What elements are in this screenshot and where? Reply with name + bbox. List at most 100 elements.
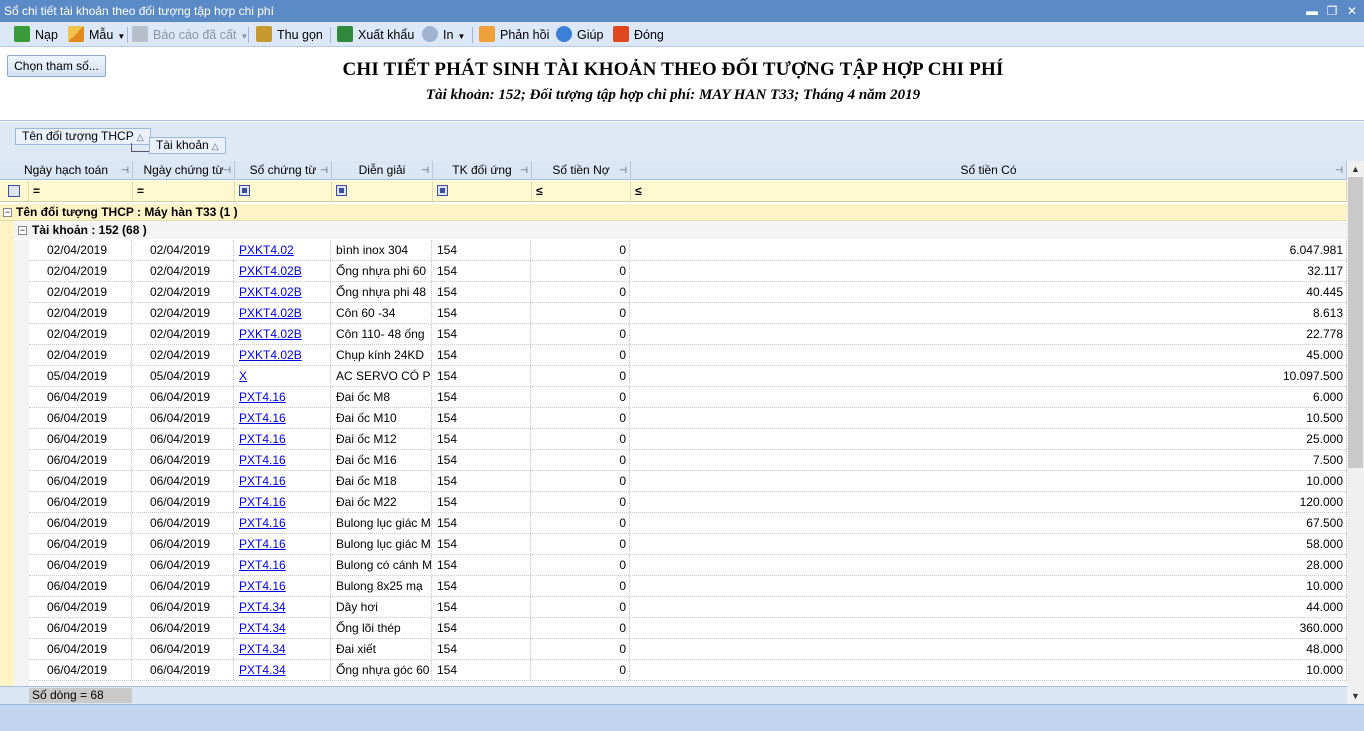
table-row[interactable]: 02/04/2019 02/04/2019 PXKT4.02B Ống nhựa ph… xyxy=(29,261,1347,282)
filter-operator[interactable]: ≤ xyxy=(536,181,543,201)
doc-link[interactable]: PXT4.34 xyxy=(239,642,286,656)
col-header-contra-account[interactable]: TK đối ứng ⊣ xyxy=(433,161,532,180)
doc-link[interactable]: PXT4.16 xyxy=(239,474,286,488)
table-row[interactable]: 06/04/2019 06/04/2019 PXT4.16 Đai ốc M8 154 0… xyxy=(29,387,1347,408)
filter-credit[interactable]: ≤ xyxy=(631,181,1347,201)
table-row[interactable]: 06/04/2019 06/04/2019 PXT4.16 Đai ốc M12 154… xyxy=(29,429,1347,450)
filter-operator[interactable]: = xyxy=(137,181,144,201)
filter-contains-icon[interactable] xyxy=(437,185,448,196)
doc-link[interactable]: PXT4.34 xyxy=(239,621,286,635)
saved-reports-button[interactable]: Báo cáo đã cất ▼ xyxy=(132,26,248,44)
doc-link[interactable]: PXT4.16 xyxy=(239,558,286,572)
pin-icon[interactable]: ⊣ xyxy=(619,161,627,180)
filter-contains-icon[interactable] xyxy=(336,185,347,196)
doc-link[interactable]: PXKT4.02 xyxy=(239,243,294,257)
minimize-icon[interactable]: ▬ xyxy=(1304,3,1320,19)
toolbar-separator xyxy=(127,27,128,43)
scroll-down-icon[interactable]: ▼ xyxy=(1347,688,1364,704)
table-row[interactable]: 06/04/2019 06/04/2019 PXT4.34 Ống lõi thép 1… xyxy=(29,618,1347,639)
scroll-up-icon[interactable]: ▲ xyxy=(1347,161,1364,177)
restore-icon[interactable]: ❐ xyxy=(1324,3,1340,19)
vertical-scrollbar[interactable]: ▲ ▼ xyxy=(1347,161,1364,704)
table-row[interactable]: 06/04/2019 06/04/2019 PXT4.16 Đai ốc M18 154… xyxy=(29,471,1347,492)
table-row[interactable]: 06/04/2019 06/04/2019 PXT4.34 Dây hơi 154 0 44… xyxy=(29,597,1347,618)
table-row[interactable]: 02/04/2019 02/04/2019 PXKT4.02 bình inox 30… xyxy=(29,240,1347,261)
doc-link[interactable]: PXKT4.02B xyxy=(239,348,302,362)
doc-link[interactable]: PXT4.16 xyxy=(239,411,286,425)
filter-contra-account[interactable] xyxy=(433,181,532,201)
help-button[interactable]: Giúp xyxy=(556,26,603,44)
collapse-icon[interactable]: − xyxy=(3,208,12,217)
filter-posting-date[interactable]: = xyxy=(29,181,133,201)
table-row[interactable]: 06/04/2019 06/04/2019 PXT4.16 Bulong lục gi… xyxy=(29,513,1347,534)
doc-link[interactable]: PXT4.16 xyxy=(239,579,286,593)
table-row[interactable]: 02/04/2019 02/04/2019 PXKT4.02B Côn 110- 48… xyxy=(29,324,1347,345)
table-row[interactable]: 06/04/2019 06/04/2019 PXT4.34 Đai xiết 154 0 4… xyxy=(29,639,1347,660)
doc-link[interactable]: PXT4.16 xyxy=(239,516,286,530)
col-header-credit[interactable]: Số tiền Có ⊣ xyxy=(631,161,1347,180)
cell-credit: 360.000 xyxy=(630,618,1347,638)
table-row[interactable]: 06/04/2019 06/04/2019 PXT4.16 Đai ốc M22 154… xyxy=(29,492,1347,513)
filter-operator[interactable]: ≤ xyxy=(635,181,642,201)
col-header-doc-date[interactable]: Ngày chứng từ ⊣ xyxy=(133,161,235,180)
doc-link[interactable]: X xyxy=(239,369,247,383)
table-row[interactable]: 06/04/2019 06/04/2019 PXT4.16 Đai ốc M10 154… xyxy=(29,408,1347,429)
collapse-button[interactable]: Thu gọn xyxy=(256,26,323,44)
pin-icon[interactable]: ⊣ xyxy=(320,161,328,180)
table-row[interactable]: 06/04/2019 06/04/2019 PXT4.16 Bulong lục gi… xyxy=(29,534,1347,555)
template-button[interactable]: Mẫu ▼ xyxy=(68,26,125,44)
close-window-icon[interactable]: ✕ xyxy=(1344,3,1360,19)
collapse-icon[interactable]: − xyxy=(18,226,27,235)
load-button[interactable]: Nạp xyxy=(14,26,58,44)
doc-link[interactable]: PXT4.16 xyxy=(239,453,286,467)
scroll-thumb[interactable] xyxy=(1348,177,1363,468)
doc-link[interactable]: PXKT4.02B xyxy=(239,285,302,299)
table-row[interactable]: 06/04/2019 06/04/2019 PXT4.16 Bulong 8x25 m… xyxy=(29,576,1347,597)
doc-link[interactable]: PXKT4.02B xyxy=(239,327,302,341)
pin-icon[interactable]: ⊣ xyxy=(223,161,231,180)
doc-link[interactable]: PXT4.16 xyxy=(239,390,286,404)
table-row[interactable]: 02/04/2019 02/04/2019 PXKT4.02B Ống nhựa ph… xyxy=(29,282,1347,303)
pin-icon[interactable]: ⊣ xyxy=(121,161,129,180)
filter-doc-date[interactable]: = xyxy=(133,181,235,201)
window-titlebar: Sổ chi tiết tài khoản theo đối tượng tập… xyxy=(0,0,1364,22)
col-header-doc-no[interactable]: Số chứng từ ⊣ xyxy=(235,161,332,180)
col-header-debit[interactable]: Số tiền Nợ ⊣ xyxy=(532,161,631,180)
table-row[interactable]: 02/04/2019 02/04/2019 PXKT4.02B Chụp kính 2… xyxy=(29,345,1347,366)
doc-link[interactable]: PXT4.16 xyxy=(239,432,286,446)
col-header-description[interactable]: Diễn giải ⊣ xyxy=(332,161,433,180)
col-header-posting-date[interactable]: Ngày hạch toán ⊣ xyxy=(0,161,133,180)
doc-link[interactable]: PXKT4.02B xyxy=(239,264,302,278)
feedback-button[interactable]: Phản hồi xyxy=(479,26,549,44)
filter-editor-button[interactable] xyxy=(0,181,29,201)
group-row-account[interactable]: − Tài khoản : 152 (68 ) xyxy=(14,222,1347,239)
table-row[interactable]: 05/04/2019 05/04/2019 X AC SERVO CÓ P 154 0 10… xyxy=(29,366,1347,387)
filter-debit[interactable]: ≤ xyxy=(532,181,631,201)
cell-credit: 120.000 xyxy=(630,492,1347,512)
mail-icon xyxy=(479,26,495,42)
pin-icon[interactable]: ⊣ xyxy=(421,161,429,180)
doc-link[interactable]: PXT4.16 xyxy=(239,495,286,509)
filter-contains-icon[interactable] xyxy=(239,185,250,196)
table-row[interactable]: 06/04/2019 06/04/2019 PXT4.16 Bulong có cán… xyxy=(29,555,1347,576)
doc-link[interactable]: PXKT4.02B xyxy=(239,306,302,320)
cell-debit: 0 xyxy=(531,450,630,470)
pin-icon[interactable]: ⊣ xyxy=(1335,161,1343,180)
table-row[interactable]: 06/04/2019 06/04/2019 PXT4.34 Ống nhựa góc … xyxy=(29,660,1347,681)
print-button[interactable]: In ▼ xyxy=(422,26,465,44)
doc-link[interactable]: PXT4.34 xyxy=(239,663,286,677)
cell-debit: 0 xyxy=(531,366,630,386)
close-button[interactable]: Đóng xyxy=(613,26,664,44)
cell-doc-date: 06/04/2019 xyxy=(132,429,234,449)
table-row[interactable]: 06/04/2019 06/04/2019 PXT4.16 Đai ốc M16 154… xyxy=(29,450,1347,471)
filter-operator[interactable]: = xyxy=(33,181,40,201)
export-button[interactable]: Xuất khẩu xyxy=(337,26,414,44)
group-chip-account[interactable]: Tài khoản △ xyxy=(149,137,226,154)
pin-icon[interactable]: ⊣ xyxy=(520,161,528,180)
doc-link[interactable]: PXT4.16 xyxy=(239,537,286,551)
filter-description[interactable] xyxy=(332,181,433,201)
doc-link[interactable]: PXT4.34 xyxy=(239,600,286,614)
group-row-thcp[interactable]: − Tên đối tượng THCP : Máy hàn T33 (1 ) xyxy=(0,204,1347,221)
filter-doc-no[interactable] xyxy=(235,181,332,201)
table-row[interactable]: 02/04/2019 02/04/2019 PXKT4.02B Côn 60 -34 1… xyxy=(29,303,1347,324)
